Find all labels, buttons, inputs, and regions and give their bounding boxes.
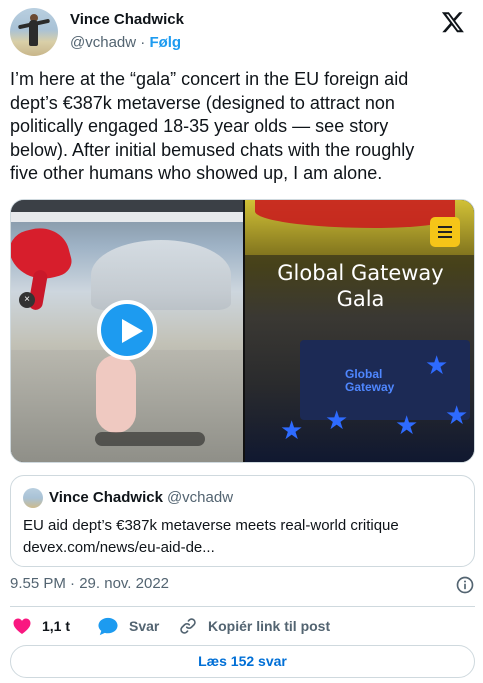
author-name[interactable]: Vince Chadwick: [70, 11, 184, 28]
reply-button[interactable]: Svar: [97, 614, 159, 638]
close-icon: ×: [19, 292, 35, 308]
author-handle[interactable]: @vchadw: [70, 34, 136, 51]
global-gateway-logo: Global Gateway: [345, 367, 395, 394]
heart-icon: [13, 618, 31, 634]
play-icon: [122, 319, 143, 343]
star-icon: ★: [280, 415, 304, 445]
like-button[interactable]: 1,1 t: [12, 614, 70, 638]
tweet-text-line: below). After initial bemused chats with…: [10, 139, 415, 160]
media-grid: × Global Gateway Gala Global Gateway ★ ★…: [10, 199, 475, 463]
copy-link-button[interactable]: Kopiér link til post: [178, 614, 330, 638]
quoted-link[interactable]: devex.com/news/eu-aid-de...: [23, 538, 215, 558]
author-handle-row: @vchadw · Følg: [70, 34, 181, 51]
star-icon: ★: [425, 350, 449, 380]
separator: ·: [140, 34, 146, 51]
tweet-time[interactable]: 9.55 PM: [10, 575, 66, 592]
tweet-date[interactable]: 29. nov. 2022: [79, 575, 169, 592]
star-icon: ★: [395, 410, 419, 440]
tweet-timestamp: 9.55 PM · 29. nov. 2022: [10, 575, 475, 595]
tweet-header: Vince Chadwick @vchadw · Følg: [10, 8, 473, 58]
reply-bubble-icon: [98, 617, 118, 636]
avatar[interactable]: [10, 8, 58, 56]
read-replies-button[interactable]: Læs 152 svar: [10, 645, 475, 678]
quoted-author: Vince Chadwick @vchadw: [49, 489, 234, 506]
star-icon: ★: [445, 400, 469, 430]
copy-link-label: Kopiér link til post: [208, 618, 331, 634]
x-logo-icon[interactable]: [441, 10, 465, 34]
avatar: [23, 488, 43, 508]
play-button[interactable]: [97, 300, 157, 360]
divider: [10, 606, 475, 607]
link-icon: [180, 618, 196, 634]
tweet-text-line: dept’s €387k metaverse (designed to attr…: [10, 92, 395, 113]
like-count: 1,1 t: [42, 618, 71, 634]
follow-button[interactable]: Følg: [149, 34, 181, 51]
star-icon: ★: [325, 405, 349, 435]
photo-thumbnail[interactable]: Global Gateway Gala Global Gateway ★ ★ ★…: [245, 200, 474, 462]
metaverse-avatar: [96, 355, 136, 433]
reply-label: Svar: [129, 618, 160, 634]
tweet-text-line: politically engaged 18-35 year olds — se…: [10, 116, 389, 136]
action-bar: 1,1 t Svar Kopiér link til post: [10, 614, 475, 638]
gala-title: Global Gateway Gala: [277, 261, 444, 311]
tweet-text: I’m here at the “gala” concert in the EU…: [10, 68, 472, 186]
quoted-text: EU aid dept’s €387k metaverse meets real…: [23, 517, 399, 534]
menu-icon: [430, 217, 460, 247]
emoji-toolbar: [95, 432, 205, 446]
tweet-text-line: I’m here at the “gala” concert in the EU…: [10, 69, 409, 89]
quoted-tweet[interactable]: Vince Chadwick @vchadw EU aid dept’s €387…: [10, 475, 475, 567]
video-thumbnail[interactable]: ×: [11, 200, 243, 462]
tweet-text-line: five other humans who showed up, I am al…: [10, 163, 383, 183]
info-icon[interactable]: [455, 575, 475, 595]
